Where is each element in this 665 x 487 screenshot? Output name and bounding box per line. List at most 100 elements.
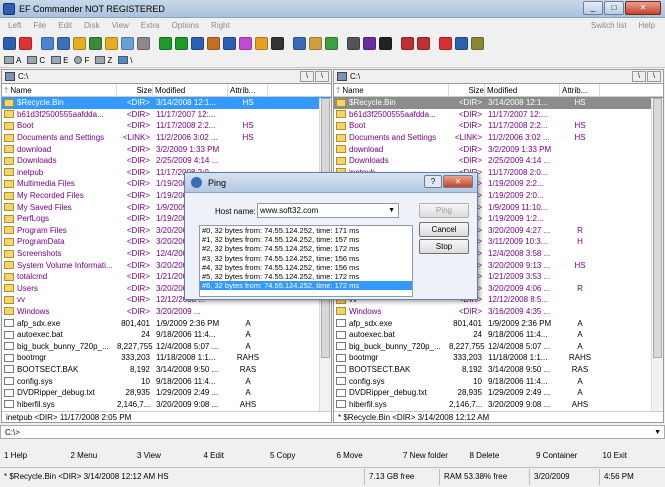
toolbar-button-icon[interactable] — [309, 36, 322, 50]
toolbar-button-icon[interactable] — [325, 36, 338, 50]
file-row[interactable]: b61d3f2500555aafdda... <DIR> 11/17/2007 12… — [2, 109, 331, 121]
file-row[interactable]: $Recycle.Bin <DIR> 3/14/2008 12:1... HS — [2, 97, 331, 109]
menu-edit[interactable]: Edit — [58, 21, 72, 30]
f9-container-button[interactable]: 9 Container — [532, 451, 599, 463]
toolbar-button-icon[interactable] — [191, 36, 204, 50]
root-button[interactable]: \ — [300, 71, 314, 82]
toolbar-button-icon[interactable] — [347, 36, 360, 50]
file-row[interactable]: big_buck_bunny_720p_... 8,227,755 12/4/200… — [334, 340, 663, 352]
root-button[interactable]: \ — [632, 71, 646, 82]
file-row[interactable]: bootmgr 333,203 11/18/2008 1:1... RAHS — [2, 352, 331, 364]
toolbar-button-icon[interactable] — [89, 36, 102, 50]
f7-new-folder-button[interactable]: 7 New folder — [399, 451, 466, 463]
ping-button[interactable]: Ping — [419, 203, 469, 218]
chevron-down-icon[interactable]: ▼ — [388, 204, 395, 217]
f10-exit-button[interactable]: 10 Exit — [599, 451, 665, 463]
toolbar-button-icon[interactable] — [271, 36, 284, 50]
drive-a-button[interactable]: A — [4, 56, 21, 65]
help-button[interactable]: ? — [424, 175, 442, 188]
ping-result-item[interactable]: #6, 32 bytes from: 74.55.124.252, time: … — [200, 281, 412, 291]
parent-button[interactable]: \ — [647, 71, 661, 82]
file-row[interactable]: afp_sdx.exe 801,401 1/9/2009 2:36 PM A — [334, 317, 663, 329]
toolbar-button-icon[interactable] — [19, 36, 32, 50]
chevron-down-icon[interactable]: ▼ — [654, 429, 661, 436]
file-row[interactable]: hiberfil.sys 2,146,7... 3/20/2009 9:08 ...… — [2, 398, 331, 410]
menu-right[interactable]: Right — [211, 21, 230, 30]
file-row[interactable]: bootmgr 333,203 11/18/2008 1:1... RAHS — [334, 352, 663, 364]
f3-view-button[interactable]: 3 View — [133, 451, 200, 463]
toolbar-button-icon[interactable] — [137, 36, 150, 50]
file-row[interactable]: config.sys 10 9/18/2006 11:4... A — [334, 375, 663, 387]
ping-result-item[interactable]: #2, 32 bytes from: 74.55.124.252, time: … — [200, 244, 412, 253]
f8-delete-button[interactable]: 8 Delete — [466, 451, 533, 463]
drive-z-button[interactable]: Z — [95, 56, 112, 65]
f6-move-button[interactable]: 6 Move — [333, 451, 400, 463]
file-row[interactable]: $Recycle.Bin <DIR> 3/14/2008 12:1... HS — [334, 97, 663, 109]
toolbar-button-icon[interactable] — [363, 36, 376, 50]
toolbar-button-icon[interactable] — [121, 36, 134, 50]
toolbar-button-icon[interactable] — [455, 36, 468, 50]
network-button[interactable]: \ — [118, 56, 132, 65]
file-row[interactable]: download <DIR> 3/2/2009 1:33 PM — [334, 143, 663, 155]
toolbar-button-icon[interactable] — [223, 36, 236, 50]
minimize-button[interactable]: _ — [583, 1, 603, 15]
file-row[interactable]: hiberfil.sys 2,146,7... 3/20/2009 9:08 ...… — [334, 398, 663, 410]
column-attrib[interactable]: Attrib... — [560, 83, 600, 97]
file-row[interactable]: Downloads <DIR> 2/25/2009 4:14 ... — [334, 155, 663, 167]
maximize-button[interactable]: □ — [604, 1, 624, 15]
drive-f-button[interactable]: F — [74, 56, 89, 65]
file-row[interactable]: big_buck_bunny_720p_... 8,227,755 12/4/200… — [2, 340, 331, 352]
ping-results-list[interactable]: #0, 32 bytes from: 74.55.124.252, time: … — [199, 225, 413, 297]
file-row[interactable]: b61d3f2500555aafdda... <DIR> 11/17/2007 12… — [334, 109, 663, 121]
host-name-combobox[interactable]: www.soft32.com ▼ — [257, 203, 399, 218]
drive-e-button[interactable]: E — [51, 56, 68, 65]
parent-button[interactable]: \ — [315, 71, 329, 82]
file-row[interactable]: DVDRipper_debug.txt 28,935 1/29/2009 2:49 … — [2, 387, 331, 399]
file-row[interactable]: Windows <DIR> 3/20/2009 ... — [2, 306, 331, 318]
file-row[interactable]: Downloads <DIR> 2/25/2009 4:14 ... — [2, 155, 331, 167]
dialog-close-button[interactable]: ✕ — [443, 175, 473, 188]
f4-edit-button[interactable]: 4 Edit — [200, 451, 267, 463]
ping-result-item[interactable]: #4, 32 bytes from: 74.55.124.252, time: … — [200, 263, 412, 272]
toolbar-button-icon[interactable] — [57, 36, 70, 50]
drive-c-button[interactable]: C — [27, 56, 45, 65]
file-row[interactable]: Documents and Settings <LINK> 11/2/2006 3:… — [2, 132, 331, 144]
menu-help[interactable]: Help — [639, 21, 655, 30]
toolbar-button-icon[interactable] — [207, 36, 220, 50]
file-row[interactable]: Documents and Settings <LINK> 11/2/2006 3:… — [334, 132, 663, 144]
scroll-thumb[interactable] — [653, 98, 662, 358]
toolbar-button-icon[interactable] — [471, 36, 484, 50]
toolbar-button-icon[interactable] — [159, 36, 172, 50]
f2-menu-button[interactable]: 2 Menu — [67, 451, 134, 463]
toolbar-button-icon[interactable] — [105, 36, 118, 50]
menu-options[interactable]: Options — [171, 21, 199, 30]
menu-view[interactable]: View — [112, 21, 129, 30]
ping-result-item[interactable]: #5, 32 bytes from: 74.55.124.252, time: … — [200, 272, 412, 281]
file-row[interactable]: BOOTSECT.BAK 8,192 3/14/2008 9:50 ... RAS — [2, 364, 331, 376]
file-row[interactable]: Boot <DIR> 11/17/2008 2:2... HS — [334, 120, 663, 132]
file-row[interactable]: autoexec.bat 24 9/18/2006 11:4... A — [334, 329, 663, 341]
toolbar-button-icon[interactable] — [3, 36, 16, 50]
toolbar-button-icon[interactable] — [41, 36, 54, 50]
column-modified[interactable]: Modified — [485, 83, 560, 97]
file-row[interactable]: download <DIR> 3/2/2009 1:33 PM — [2, 143, 331, 155]
file-row[interactable]: autoexec.bat 24 9/18/2006 11:4... A — [2, 329, 331, 341]
f1-help-button[interactable]: 1 Help — [0, 451, 67, 463]
ping-result-item[interactable]: #0, 32 bytes from: 74.55.124.252, time: … — [200, 226, 412, 235]
ping-result-item[interactable]: #1, 32 bytes from: 74.55.124.252, time: … — [200, 235, 412, 244]
cancel-button[interactable]: Cancel — [419, 222, 469, 237]
column-modified[interactable]: Modified — [153, 83, 228, 97]
menu-extra[interactable]: Extra — [141, 21, 160, 30]
menu-file[interactable]: File — [33, 21, 46, 30]
column-size[interactable]: Size — [117, 83, 153, 97]
column-name[interactable]: 🡑 Name — [2, 83, 117, 97]
menu-switch-list[interactable]: Switch list — [591, 21, 627, 30]
file-row[interactable]: Boot <DIR> 11/17/2008 2:2... HS — [2, 120, 331, 132]
toolbar-button-icon[interactable] — [417, 36, 430, 50]
column-size[interactable]: Size — [449, 83, 485, 97]
right-scrollbar[interactable] — [651, 98, 663, 411]
file-row[interactable]: DVDRipper_debug.txt 28,935 1/29/2009 2:49 … — [334, 387, 663, 399]
toolbar-button-icon[interactable] — [73, 36, 86, 50]
file-row[interactable]: config.sys 10 9/18/2006 11:4... A — [2, 375, 331, 387]
column-attrib[interactable]: Attrib... — [228, 83, 268, 97]
